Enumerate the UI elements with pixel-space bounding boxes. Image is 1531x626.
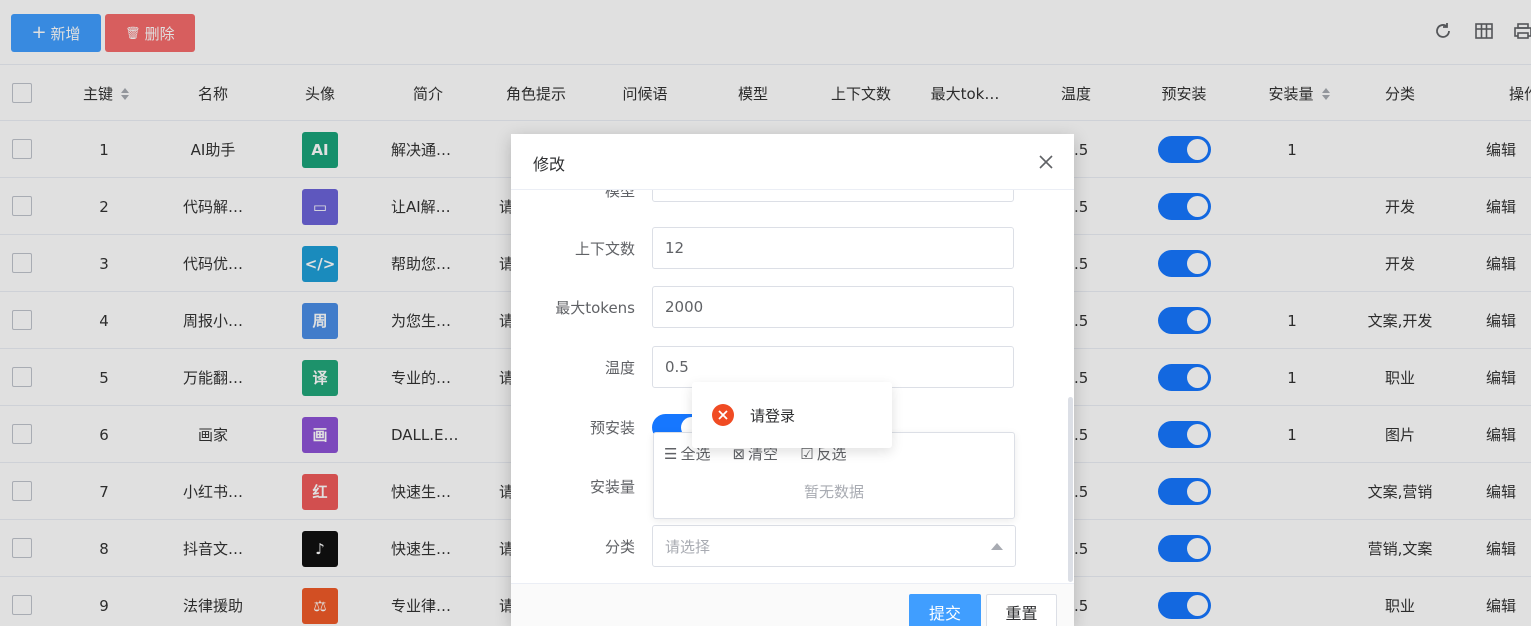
context-label: 上下文数 <box>574 240 635 258</box>
close-icon[interactable] <box>1036 152 1056 172</box>
preinstall-label: 预安装 <box>589 419 635 437</box>
model-label: 模型 <box>604 190 635 200</box>
temperature-label: 温度 <box>604 359 635 377</box>
caret-up-icon <box>991 543 1003 550</box>
dialog-footer: 提交 重置 <box>511 583 1074 626</box>
submit-button[interactable]: 提交 <box>909 594 981 626</box>
category-select[interactable]: 请选择 <box>652 525 1016 567</box>
max-tokens-field[interactable]: 2000 <box>652 286 1014 328</box>
error-icon <box>712 404 734 426</box>
edit-dialog: 修改 模型 DALL.E作图 上下文数 12 最大tokens 2000 温度 … <box>511 134 1074 626</box>
dialog-header: 修改 <box>511 134 1074 190</box>
empty-text: 暂无数据 <box>803 483 864 501</box>
category-placeholder: 请选择 <box>665 537 711 556</box>
toast-message: 请登录 <box>750 406 796 425</box>
model-field[interactable]: DALL.E作图 <box>652 190 1014 202</box>
reset-button[interactable]: 重置 <box>986 594 1057 626</box>
context-field[interactable]: 12 <box>652 227 1014 269</box>
dialog-scrollbar[interactable] <box>1068 397 1073 582</box>
category-label: 分类 <box>604 538 635 556</box>
list-check-icon: ☰ <box>664 444 678 463</box>
error-toast: 请登录 <box>692 382 892 448</box>
dialog-title: 修改 <box>533 155 566 174</box>
installs-label: 安装量 <box>589 478 635 496</box>
max-tokens-label: 最大tokens <box>555 299 635 317</box>
